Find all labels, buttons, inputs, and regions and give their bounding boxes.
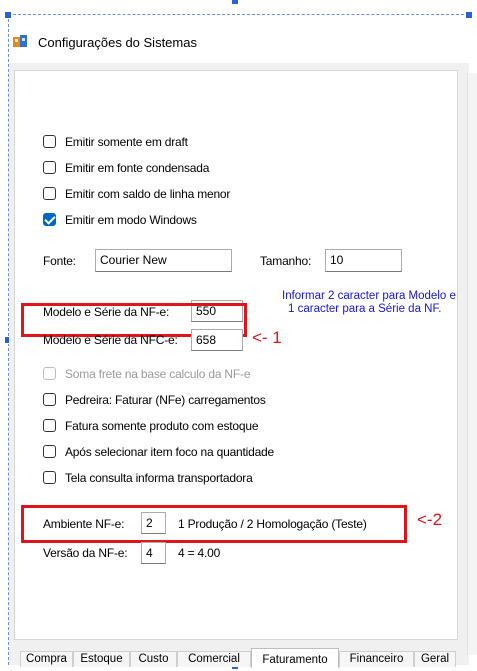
size-label: Tamanho: bbox=[260, 254, 312, 268]
annotation-arrow-1: <- 1 bbox=[252, 328, 282, 347]
checkbox-line-balance[interactable] bbox=[43, 187, 56, 200]
window-title: Configurações do Sistemas bbox=[38, 35, 197, 50]
ambiente-hint: 1 Produção / 2 Homologação (Teste) bbox=[178, 517, 367, 531]
font-label: Fonte: bbox=[43, 254, 76, 268]
versao-label: Versão da NF-e: bbox=[43, 546, 128, 560]
checkbox-focus-quantity[interactable] bbox=[43, 445, 56, 458]
ambiente-label: Ambiente NF-e: bbox=[43, 517, 125, 531]
resize-handle-top-left[interactable] bbox=[4, 11, 12, 19]
tab-faturamento[interactable]: Faturamento bbox=[251, 648, 339, 668]
tab-compra[interactable]: Compra bbox=[20, 651, 73, 667]
resize-handle-top[interactable] bbox=[231, 0, 239, 5]
checkbox-quarry-loads-label: Pedreira: Faturar (NFe) carregamentos bbox=[65, 393, 266, 407]
annotation-arrow-2: <-2 bbox=[417, 510, 443, 529]
versao-hint: 4 = 4.00 bbox=[178, 546, 221, 560]
checkbox-freight-base[interactable] bbox=[43, 367, 56, 380]
tab-custo[interactable]: Custo bbox=[130, 651, 177, 667]
checkbox-draft-label: Emitir somente em draft bbox=[65, 135, 188, 149]
checkbox-line-balance-label: Emitir com saldo de linha menor bbox=[65, 187, 231, 201]
versao-input[interactable]: 4 bbox=[141, 542, 166, 564]
checkbox-carrier-lookup-label: Tela consulta informa transportadora bbox=[65, 471, 253, 485]
checkbox-stock-only[interactable] bbox=[43, 419, 56, 432]
tab-geral[interactable]: Geral bbox=[414, 651, 456, 667]
annotation-note-line2: 1 caracter para a Série da NF. bbox=[288, 303, 442, 315]
size-input[interactable]: 10 bbox=[325, 249, 402, 272]
tab-financeiro[interactable]: Financeiro bbox=[339, 651, 414, 667]
checkbox-quarry-loads[interactable] bbox=[43, 393, 56, 406]
tab-strip: Compra Estoque Custo Comercial Faturamen… bbox=[12, 648, 468, 668]
vertical-scrollbar[interactable] bbox=[467, 73, 477, 655]
checkbox-stock-only-label: Fatura somente produto com estoque bbox=[65, 419, 259, 433]
checkbox-carrier-lookup[interactable] bbox=[43, 471, 56, 484]
checkbox-condensed-font[interactable] bbox=[43, 161, 56, 174]
checkbox-windows-mode-label: Emitir em modo Windows bbox=[65, 213, 197, 227]
app-icon bbox=[13, 35, 27, 47]
checkbox-windows-mode[interactable] bbox=[43, 213, 56, 226]
checkbox-condensed-font-label: Emitir em fonte condensada bbox=[65, 161, 210, 175]
tab-estoque[interactable]: Estoque bbox=[73, 651, 130, 667]
nfce-model-input[interactable]: 658 bbox=[191, 329, 243, 351]
font-input[interactable]: Courier New bbox=[95, 249, 232, 272]
checkbox-freight-base-label: Soma frete na base calculo da NF-e bbox=[65, 367, 251, 381]
ambiente-input[interactable]: 2 bbox=[141, 512, 166, 534]
resize-handle-top-right[interactable] bbox=[465, 11, 473, 19]
title-bar: Configurações do Sistemas bbox=[9, 19, 469, 63]
tab-comercial[interactable]: Comercial bbox=[177, 651, 251, 667]
checkbox-focus-quantity-label: Após selecionar item foco na quantidade bbox=[65, 445, 275, 459]
nfce-model-label: Modelo e Série da NFC-e: bbox=[43, 333, 178, 347]
checkbox-draft[interactable] bbox=[43, 135, 56, 148]
annotation-note-line1: Informar 2 caracter para Modelo e bbox=[282, 290, 456, 302]
